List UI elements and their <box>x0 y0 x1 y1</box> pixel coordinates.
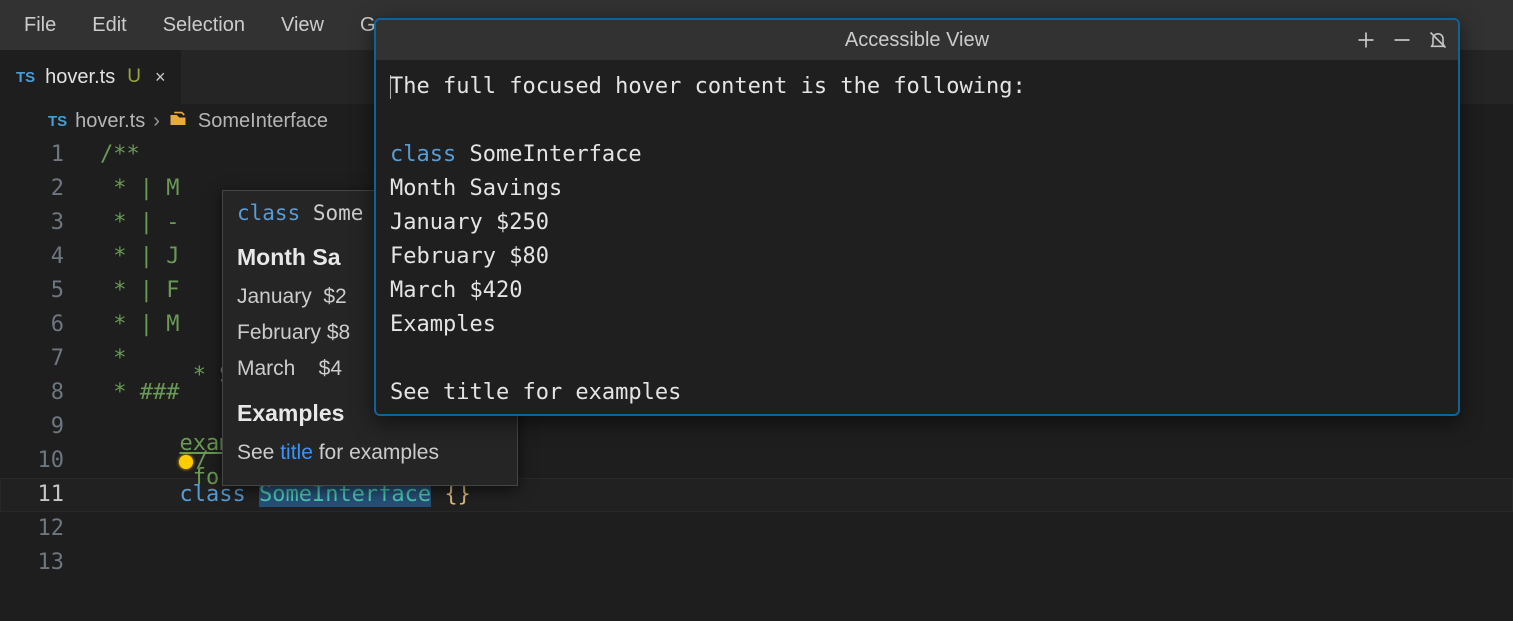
accessible-view-line <box>390 104 1444 138</box>
code-text: * | F <box>100 274 179 308</box>
accessible-view-panel[interactable]: Accessible View The full focused hover c… <box>374 18 1460 416</box>
tab-hover-ts[interactable]: TS hover.ts U × <box>0 50 181 104</box>
accessible-view-body[interactable]: The full focused hover content is the fo… <box>376 60 1458 420</box>
tab-close-icon[interactable]: × <box>155 67 166 88</box>
accessible-view-line <box>390 342 1444 376</box>
line-number: 1 <box>0 138 100 172</box>
accessible-view-titlebar: Accessible View <box>376 20 1458 60</box>
line-number: 6 <box>0 308 100 342</box>
menu-file[interactable]: File <box>6 10 74 41</box>
line-number: 5 <box>0 274 100 308</box>
minus-icon[interactable] <box>1392 30 1412 50</box>
code-line[interactable]: 13 <box>0 546 1513 580</box>
code-text: /** <box>100 138 140 172</box>
line-number: 9 <box>0 410 100 444</box>
code-text: * | M <box>100 172 179 206</box>
accessible-view-line: See title for examples <box>390 376 1444 410</box>
ts-lang-icon: TS <box>16 69 35 86</box>
line-number: 12 <box>0 512 100 546</box>
tab-modified-indicator: U <box>127 66 141 88</box>
breadcrumb-symbol[interactable]: SomeInterface <box>198 110 328 133</box>
accessible-view-line: Month Savings <box>390 172 1444 206</box>
menu-view[interactable]: View <box>263 10 342 41</box>
ts-lang-icon: TS <box>48 113 67 130</box>
accessible-view-line: The full focused hover content is the fo… <box>390 70 1444 104</box>
accessible-view-line: class SomeInterface <box>390 138 1444 172</box>
tab-filename: hover.ts <box>45 66 115 89</box>
line-number: 7 <box>0 342 100 376</box>
accessible-view-line: February $80 <box>390 240 1444 274</box>
line-number: 2 <box>0 172 100 206</box>
accessible-view-line: March $420 <box>390 274 1444 308</box>
line-number: 10 <box>0 444 100 478</box>
line-number: 11 <box>0 478 100 512</box>
hover-examples-text: See title for examples <box>237 435 503 471</box>
line-number: 8 <box>0 376 100 410</box>
line-number: 3 <box>0 206 100 240</box>
code-text: * | J <box>100 240 179 274</box>
breadcrumb-file[interactable]: hover.ts <box>75 110 145 133</box>
symbol-struct-icon <box>168 110 190 132</box>
accessible-view-line: January $250 <box>390 206 1444 240</box>
accessible-view-title: Accessible View <box>845 29 989 52</box>
accessible-view-line: Examples <box>390 308 1444 342</box>
bell-off-icon[interactable] <box>1428 30 1448 50</box>
hover-title-link[interactable]: title <box>280 441 313 464</box>
line-number: 13 <box>0 546 100 580</box>
line-number: 4 <box>0 240 100 274</box>
code-text: * | - <box>100 206 179 240</box>
menu-edit[interactable]: Edit <box>74 10 144 41</box>
plus-icon[interactable] <box>1356 30 1376 50</box>
menu-selection[interactable]: Selection <box>145 10 263 41</box>
breadcrumb-separator-icon: › <box>153 110 160 133</box>
